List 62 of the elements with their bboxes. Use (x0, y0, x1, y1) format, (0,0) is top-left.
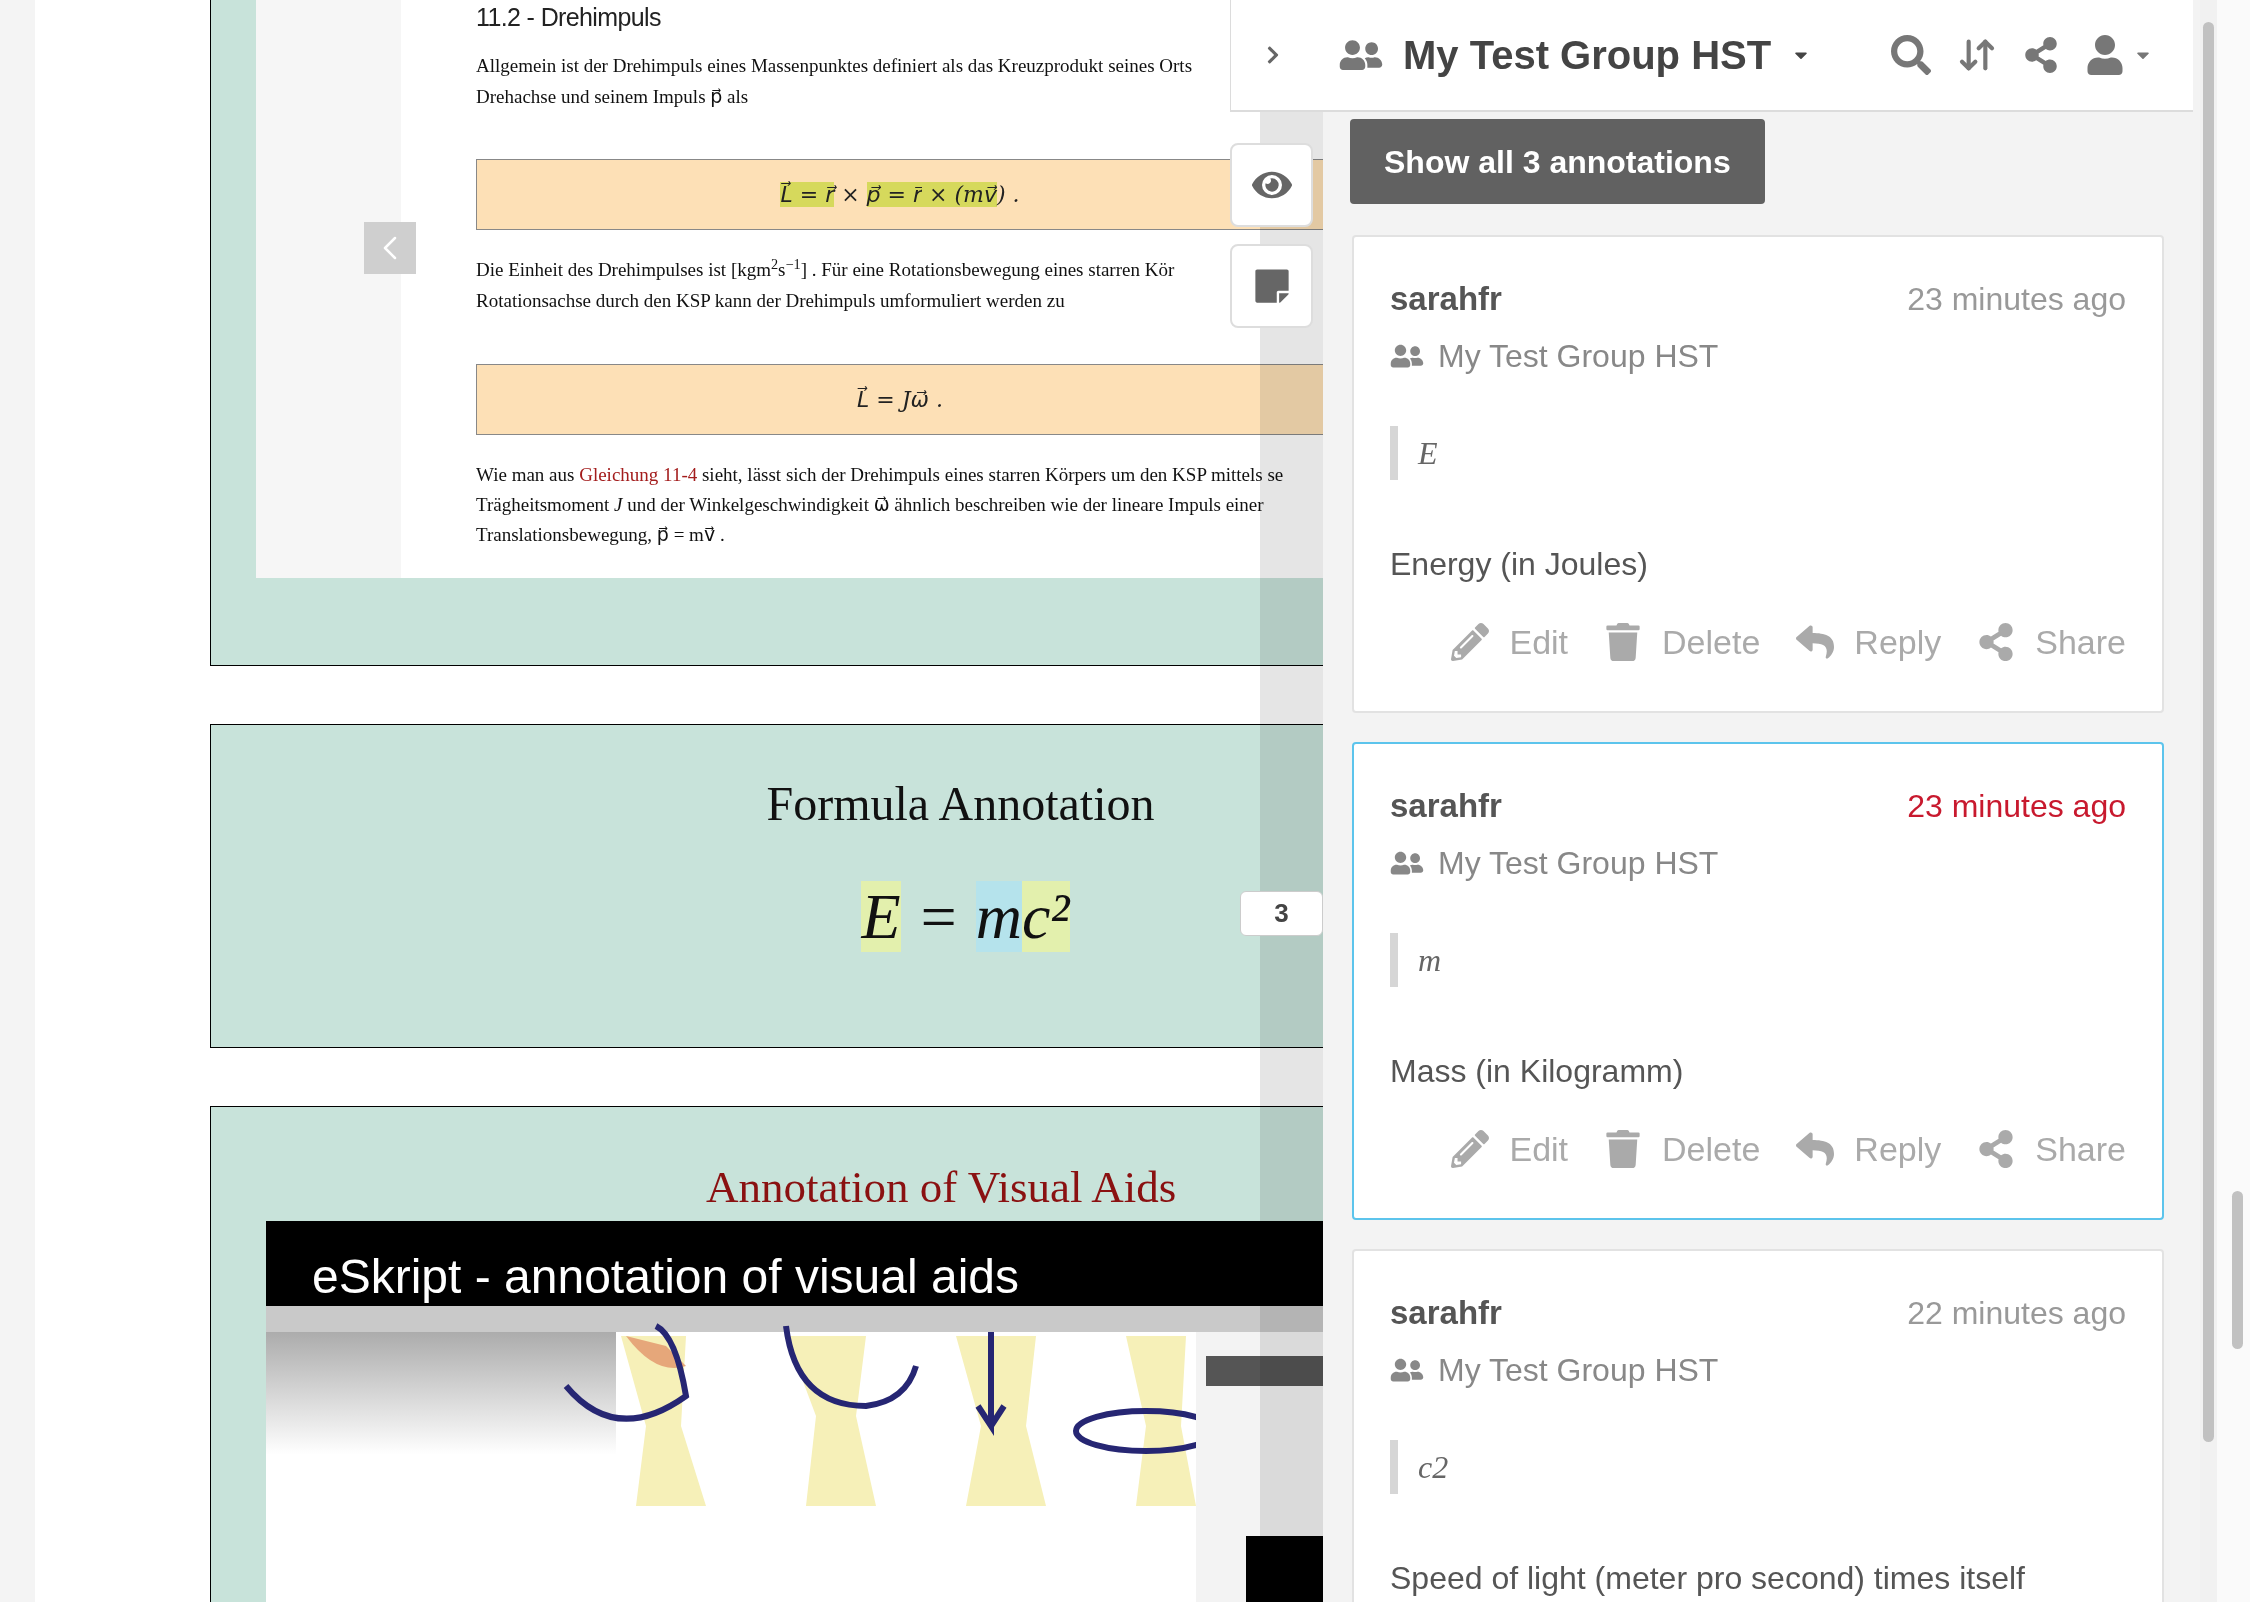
group-icon (1390, 1357, 1424, 1383)
video-title[interactable]: eSkript - annotation of visual aids (312, 1248, 1020, 1306)
annotation-text: Energy (in Joules) (1390, 545, 1648, 584)
pencil-icon (1451, 1130, 1490, 1168)
user-icon (2085, 35, 2125, 75)
note-icon (1252, 267, 1291, 305)
quoted-text: E (1418, 434, 1438, 473)
scrollbar-thumb[interactable] (2203, 22, 2214, 1442)
formula-term: ) (996, 182, 1006, 207)
highlighted-term[interactable]: L⃗ (780, 182, 793, 207)
formula-term: . (1011, 182, 1020, 207)
share-icon (1977, 1130, 2016, 1168)
annotation-card[interactable]: sarahfr 22 minutes ago My Test Group HST c2 Speed of light (meter pro second) times itself (1352, 1249, 2164, 1602)
highlighted-term[interactable]: E (861, 881, 901, 952)
annotation-card[interactable]: sarahfr 23 minutes ago My Test Group HST m Mass (in Kilogramm) Edit Delete Reply Share (1352, 742, 2164, 1220)
highlighted-term[interactable]: = (880, 182, 913, 207)
show-all-button[interactable]: Show all 3 annotations (1350, 119, 1765, 204)
group-name: My Test Group HST (1438, 337, 1719, 376)
username[interactable]: sarahfr (1390, 781, 1502, 831)
annotation-text: Speed of light (meter pro second) times itself (1390, 1559, 2025, 1598)
paragraph: Wie man aus Gleichung 11-4 sieht, lässt sich der Drehimpuls eines starren Körpers um den KSP mittels se Trägheitsmoment J und der Winkelgeschwindigkeit ω⃗ ähnlich beschreiben wie der lineare Impuls einer Translationsbewegung, p⃗ = mv⃗ . (476, 463, 1284, 547)
trash-icon (1604, 623, 1643, 661)
quoted-text: m (1418, 941, 1442, 980)
slide-title: Annotation of Visual Aids (706, 1161, 1177, 1214)
timestamp[interactable]: 23 minutes ago (1907, 782, 2126, 830)
highlighted-term[interactable]: = (792, 182, 826, 207)
group-icon (1390, 850, 1424, 876)
highlighted-term[interactable]: r⃗ (825, 182, 835, 207)
scrollbar-thumb[interactable] (2232, 1191, 2243, 1349)
group-selector[interactable]: My Test Group HST (1339, 25, 1812, 85)
username[interactable]: sarahfr (1390, 1288, 1502, 1338)
annotation-count-badge[interactable]: 3 (1240, 891, 1323, 936)
annotation-text: Mass (in Kilogramm) (1390, 1052, 1684, 1091)
formula-term: L⃗ = Jω⃗ . (857, 387, 943, 412)
paragraph: Die Einheit des Drehimpulses ist [kgm$^{2}$s$^{−1}$] . Für eine Rotationsbewegung eines starren Kör Rotationsachse durch den KSP kann der Drehimpuls umformuliert werden zu (476, 254, 1175, 313)
visibility-button[interactable] (1230, 143, 1313, 227)
slide-title: Formula Annotation (766, 776, 1155, 832)
group-name: My Test Group HST (1438, 1351, 1719, 1390)
highlighted-term[interactable]: m (975, 881, 1022, 952)
highlighted-term[interactable]: × (922, 182, 955, 207)
pencil-icon (1451, 623, 1490, 661)
new-note-button[interactable] (1230, 244, 1313, 328)
equation-link[interactable]: Gleichung 11-4 (579, 464, 698, 485)
share-icon (1977, 623, 2016, 661)
section-heading: 11.2 - Drehimpuls (476, 2, 662, 32)
annotation-card[interactable]: sarahfr 23 minutes ago My Test Group HST E Energy (in Joules) Edit Delete Reply Share (1352, 235, 2164, 713)
paragraph: Allgemein ist der Drehimpuls eines Massenpunktes definiert als das Kreuzprodukt seines Orts Drehachse und seinem Impuls p⃗ als (476, 54, 1193, 109)
username[interactable]: sarahfr (1390, 274, 1502, 324)
reply-icon (1796, 1130, 1835, 1168)
group-icon (1339, 38, 1383, 72)
highlighted-term[interactable]: p⃗ (866, 182, 881, 207)
group-icon (1390, 343, 1424, 369)
search-icon[interactable] (1891, 35, 1931, 75)
share-icon[interactable] (2023, 37, 2059, 73)
video-player[interactable]: eSkript - annotation of visual aids (266, 1221, 1323, 1602)
quoted-text: c2 (1418, 1448, 1449, 1487)
highlighted-term[interactable]: c² (1021, 881, 1070, 952)
reply-icon (1796, 623, 1835, 661)
highlighted-term[interactable]: (mv⃗ (954, 182, 997, 207)
trash-icon (1604, 1130, 1643, 1168)
formula-term: = (915, 881, 961, 952)
group-name: My Test Group HST (1438, 844, 1719, 883)
